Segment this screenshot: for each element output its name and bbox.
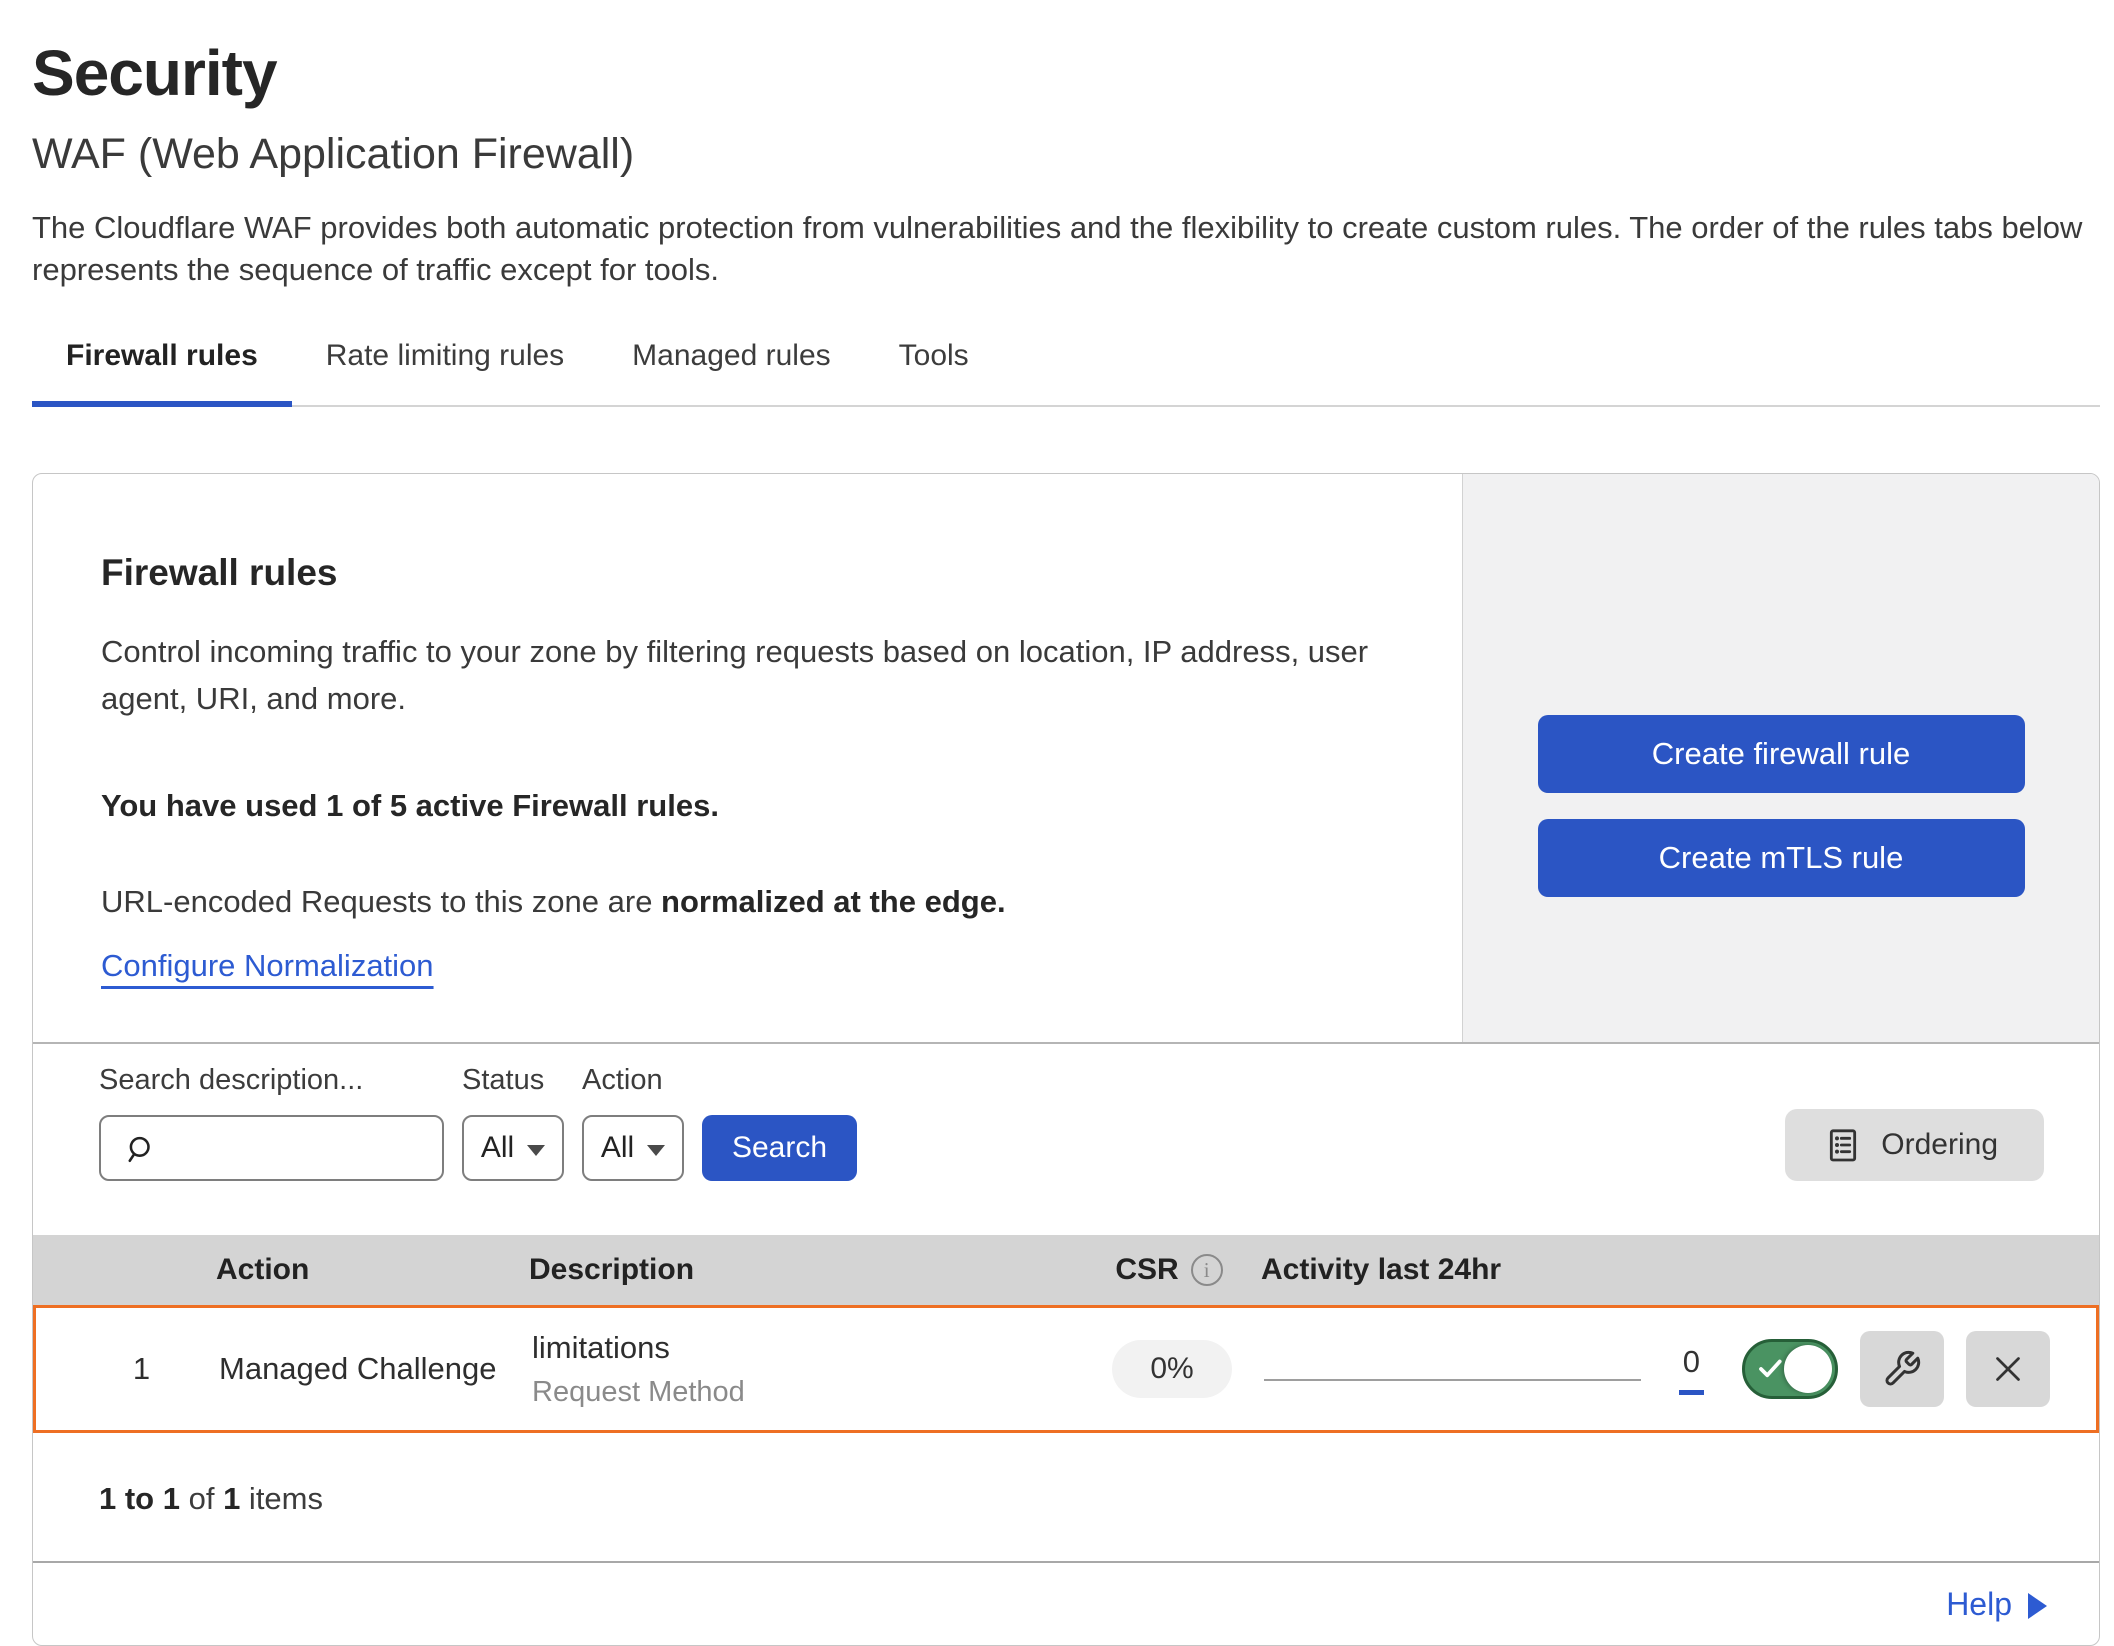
header-activity: Activity last 24hr [1261,1253,1701,1287]
tab-firewall-rules[interactable]: Firewall rules [32,339,292,407]
activity-count-link[interactable]: 0 [1679,1344,1704,1395]
search-icon [121,1133,155,1167]
rule-index: 1 [36,1351,219,1387]
rule-controls [1704,1331,2096,1407]
wrench-icon [1882,1349,1922,1389]
tab-tools[interactable]: Tools [865,339,1003,407]
action-label: Action [582,1064,684,1097]
list-document-icon [1823,1125,1863,1165]
search-button[interactable]: Search [702,1115,857,1181]
help-row: Help [33,1563,2099,1645]
configure-normalization-link[interactable]: Configure Normalization [101,948,434,984]
rule-description[interactable]: limitations [532,1330,1080,1366]
rule-description-cell: limitations Request Method [532,1330,1080,1409]
status-dropdown[interactable]: All [462,1115,564,1181]
filter-bar: Search description... Status All Action [33,1044,2099,1235]
header-action: Action [216,1253,529,1287]
toggle-knob [1784,1345,1832,1393]
firewall-rules-summary-section: Firewall rules Control incoming traffic … [33,474,2099,1044]
firewall-rule-row: 1 Managed Challenge limitations Request … [33,1305,2099,1433]
header-csr: CSR i [1077,1253,1261,1287]
usage-summary: You have used 1 of 5 active Firewall rul… [101,788,1422,824]
arrow-right-icon [2028,1593,2047,1619]
search-box [99,1115,444,1181]
firewall-rules-card: Firewall rules Control incoming traffic … [32,473,2100,1646]
table-header: Action Description CSR i Activity last 2… [33,1235,2099,1305]
rule-enabled-toggle[interactable] [1742,1339,1838,1399]
action-dropdown[interactable]: All [582,1115,684,1181]
rule-csr-cell: 0% [1080,1340,1264,1398]
card-description: Control incoming traffic to your zone by… [101,628,1422,722]
search-input[interactable] [167,1117,437,1179]
header-description: Description [529,1253,1077,1287]
create-firewall-rule-button[interactable]: Create firewall rule [1538,715,2025,793]
rule-expression: Request Method [532,1376,1080,1409]
tab-rate-limiting-rules[interactable]: Rate limiting rules [292,339,598,407]
edit-rule-button[interactable] [1860,1331,1944,1407]
activity-sparkline [1264,1379,1641,1381]
check-icon [1756,1356,1786,1382]
pagination-summary: 1 to 1 of 1 items [33,1433,2099,1563]
ordering-button[interactable]: Ordering [1785,1109,2044,1181]
rule-action: Managed Challenge [219,1351,532,1387]
create-mtls-rule-button[interactable]: Create mTLS rule [1538,819,2025,897]
page-subtitle: WAF (Web Application Firewall) [32,130,2100,179]
page-description: The Cloudflare WAF provides both automat… [32,207,2090,291]
rule-activity-cell: 0 [1264,1344,1704,1395]
delete-rule-button[interactable] [1966,1331,2050,1407]
normalization-note: URL-encoded Requests to this zone are no… [101,884,1422,920]
status-label: Status [462,1064,564,1097]
csr-badge: 0% [1112,1340,1231,1398]
rules-tab-bar: Firewall rules Rate limiting rules Manag… [32,339,2100,407]
chevron-down-icon [527,1145,545,1156]
search-label: Search description... [99,1064,444,1097]
card-heading: Firewall rules [101,552,1422,594]
close-icon [1990,1351,2026,1387]
firewall-rules-summary-text: Firewall rules Control incoming traffic … [33,474,1462,1042]
tab-managed-rules[interactable]: Managed rules [598,339,864,407]
actions-panel: Create firewall rule Create mTLS rule [1462,474,2099,1042]
security-waf-page: Security WAF (Web Application Firewall) … [0,0,2114,1646]
chevron-down-icon [647,1145,665,1156]
help-link[interactable]: Help [1946,1586,2012,1623]
page-title: Security [32,36,2100,110]
info-icon[interactable]: i [1191,1254,1223,1286]
